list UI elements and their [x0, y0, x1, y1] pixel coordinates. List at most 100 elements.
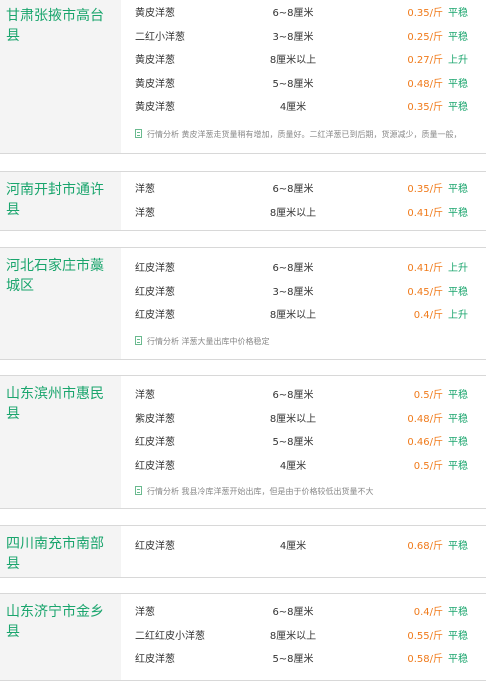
market-analysis-note: 行情分析 黄皮洋葱走货量稍有增加，质量好。二红洋葱已到后期，货源减少，质量一般， — [135, 129, 480, 140]
price-row: 洋葱 8厘米以上 0.41/斤 平稳 — [121, 202, 486, 226]
product-name: 洋葱 — [135, 207, 155, 219]
product-name: 黄皮洋葱 — [135, 8, 175, 19]
product-name: 二红小洋葱 — [135, 31, 185, 43]
region-name[interactable]: 四川南充市南部县 — [0, 526, 121, 577]
product-name: 红皮洋葱 — [135, 654, 175, 666]
product-price: 0.4/斤 — [413, 310, 443, 322]
price-row: 红皮洋葱 5~8厘米 0.46/斤 平稳 — [121, 431, 486, 455]
product-name: 红皮洋葱 — [135, 286, 175, 298]
price-row: 洋葱 6~8厘米 0.35/斤 平稳 — [121, 178, 486, 202]
region-name[interactable]: 甘肃张掖市高台县 — [0, 0, 121, 153]
price-rows: 洋葱 6~8厘米 0.35/斤 平稳 洋葱 8厘米以上 0.41/斤 平稳 — [121, 178, 486, 225]
price-trend: 平稳 — [448, 184, 468, 195]
price-row: 洋葱 6~8厘米 0.5/斤 平稳 — [121, 384, 486, 408]
product-name: 红皮洋葱 — [135, 310, 175, 322]
price-trend: 上升 — [448, 55, 468, 67]
price-trend: 平稳 — [448, 102, 468, 114]
product-price: 0.68/斤 — [407, 541, 443, 552]
spec-text: 5~8厘米 — [272, 654, 314, 666]
price-trend: 上升 — [448, 310, 468, 322]
spec-text: 5~8厘米 — [272, 78, 314, 90]
document-icon — [135, 336, 142, 345]
product-name: 黄皮洋葱 — [135, 78, 175, 90]
spec-text: 4厘米 — [279, 460, 307, 472]
price-row: 紫皮洋葱 8厘米以上 0.48/斤 平稳 — [121, 408, 486, 432]
price-rows: 红皮洋葱 6~8厘米 0.41/斤 上升 红皮洋葱 3~8厘米 0.45/斤 平稳 红皮洋葱 8厘… — [121, 257, 486, 328]
market-analysis-note: 行情分析 我县冷库洋葱开始出库，但是由于价格较低出货量不大 — [135, 486, 480, 497]
product-price: 0.25/斤 — [407, 31, 443, 43]
price-row: 黄皮洋葱 5~8厘米 0.48/斤 平稳 — [121, 73, 486, 97]
price-row: 红皮洋葱 8厘米以上 0.4/斤 上升 — [121, 304, 486, 328]
price-row: 二红红皮小洋葱 8厘米以上 0.55/斤 平稳 — [121, 625, 486, 649]
product-name: 洋葱 — [135, 607, 155, 618]
analysis-text: 行情分析 黄皮洋葱走货量稍有增加，质量好。二红洋葱已到后期，货源减少，质量一般， — [147, 130, 462, 139]
price-row: 红皮洋葱 5~8厘米 0.58/斤 平稳 — [121, 648, 486, 672]
spec-text: 6~8厘米 — [272, 8, 314, 19]
product-price: 0.41/斤 — [407, 263, 443, 274]
product-name: 红皮洋葱 — [135, 263, 175, 274]
price-row: 红皮洋葱 4厘米 0.5/斤 平稳 — [121, 455, 486, 479]
price-trend: 平稳 — [448, 413, 468, 425]
product-name: 洋葱 — [135, 184, 155, 195]
spec-text: 4厘米 — [279, 102, 307, 114]
spec-text: 6~8厘米 — [272, 263, 314, 274]
region-name[interactable]: 河南开封市通许县 — [0, 172, 121, 230]
price-row: 黄皮洋葱 4厘米 0.35/斤 平稳 — [121, 96, 486, 120]
product-name: 紫皮洋葱 — [135, 413, 175, 425]
region-block: 山东滨州市惠民县 洋葱 6~8厘米 0.5/斤 平稳 紫皮洋葱 8厘米以上 0.48/斤 平稳红… — [0, 375, 486, 509]
price-rows: 洋葱 6~8厘米 0.4/斤 平稳 二红红皮小洋葱 8厘米以上 0.55/斤 平稳 红皮洋葱 5~… — [121, 601, 486, 672]
price-row: 黄皮洋葱 6~8厘米 0.35/斤 平稳 — [121, 2, 486, 26]
price-row: 红皮洋葱 6~8厘米 0.41/斤 上升 — [121, 257, 486, 281]
product-name: 红皮洋葱 — [135, 437, 175, 449]
region-name[interactable]: 山东济宁市金乡县 — [0, 594, 121, 680]
spec-text: 6~8厘米 — [272, 184, 314, 195]
product-price: 0.45/斤 — [407, 286, 443, 298]
region-name[interactable]: 河北石家庄市藁城区 — [0, 248, 121, 359]
document-icon — [135, 129, 142, 138]
document-icon — [135, 486, 142, 495]
product-price: 0.55/斤 — [407, 630, 443, 642]
region-block: 河北石家庄市藁城区 红皮洋葱 6~8厘米 0.41/斤 上升 红皮洋葱 3~8厘米 0.45/… — [0, 247, 486, 360]
region-block: 甘肃张掖市高台县 黄皮洋葱 6~8厘米 0.35/斤 平稳 二红小洋葱 3~8厘米 0.25/… — [0, 0, 486, 154]
product-name: 洋葱 — [135, 390, 155, 401]
analysis-text: 行情分析 我县冷库洋葱开始出库，但是由于价格较低出货量不大 — [147, 487, 374, 496]
price-trend: 平稳 — [448, 630, 468, 642]
product-name: 红皮洋葱 — [135, 541, 175, 552]
spec-text: 8厘米以上 — [269, 630, 317, 642]
price-trend: 平稳 — [448, 437, 468, 449]
spec-text: 5~8厘米 — [272, 437, 314, 449]
analysis-text: 行情分析 洋葱大量出库中价格稳定 — [147, 337, 270, 346]
product-price: 0.5/斤 — [413, 460, 443, 472]
product-price: 0.48/斤 — [407, 413, 443, 425]
spec-text: 6~8厘米 — [272, 607, 314, 618]
product-name: 黄皮洋葱 — [135, 102, 175, 114]
price-row: 黄皮洋葱 8厘米以上 0.27/斤 上升 — [121, 49, 486, 73]
spec-text: 6~8厘米 — [272, 390, 314, 401]
price-trend: 平稳 — [448, 460, 468, 472]
product-price: 0.48/斤 — [407, 78, 443, 90]
price-row: 洋葱 6~8厘米 0.4/斤 平稳 — [121, 601, 486, 625]
product-price: 0.5/斤 — [413, 390, 443, 401]
price-rows: 洋葱 6~8厘米 0.5/斤 平稳 紫皮洋葱 8厘米以上 0.48/斤 平稳 红皮洋葱 5~8厘米… — [121, 384, 486, 478]
price-trend: 平稳 — [448, 31, 468, 43]
product-price: 0.27/斤 — [407, 55, 443, 67]
price-trend: 平稳 — [448, 390, 468, 401]
price-row: 红皮洋葱 4厘米 0.68/斤 平稳 — [121, 535, 486, 559]
spec-text: 8厘米以上 — [269, 310, 317, 322]
market-analysis-note: 行情分析 洋葱大量出库中价格稳定 — [135, 336, 480, 347]
price-trend: 平稳 — [448, 286, 468, 298]
product-name: 二红红皮小洋葱 — [135, 630, 205, 642]
price-trend: 平稳 — [448, 207, 468, 219]
spec-text: 3~8厘米 — [272, 286, 314, 298]
spec-text: 4厘米 — [279, 541, 307, 552]
region-block: 山东济宁市金乡县 洋葱 6~8厘米 0.4/斤 平稳 二红红皮小洋葱 8厘米以上 0.55/斤… — [0, 593, 486, 681]
product-price: 0.4/斤 — [413, 607, 443, 618]
price-row: 二红小洋葱 3~8厘米 0.25/斤 平稳 — [121, 26, 486, 50]
region-name[interactable]: 山东滨州市惠民县 — [0, 376, 121, 508]
price-trend: 平稳 — [448, 607, 468, 618]
product-name: 红皮洋葱 — [135, 460, 175, 472]
price-trend: 平稳 — [448, 541, 468, 552]
product-price: 0.41/斤 — [407, 207, 443, 219]
price-row: 红皮洋葱 3~8厘米 0.45/斤 平稳 — [121, 281, 486, 305]
spec-text: 8厘米以上 — [269, 207, 317, 219]
